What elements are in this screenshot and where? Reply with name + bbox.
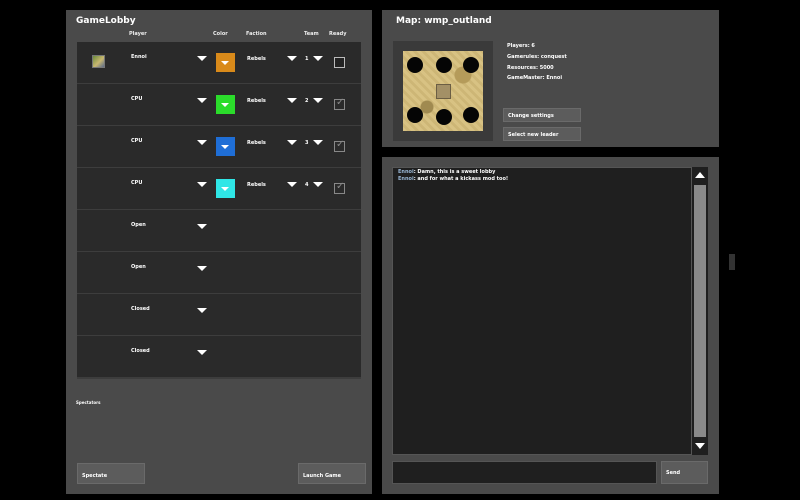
player-slot: Open: [77, 252, 361, 293]
team-dropdown-arrow-icon[interactable]: [313, 140, 323, 145]
player-slot: CPU Rebels 2: [77, 84, 361, 125]
player-dropdown-arrow-icon[interactable]: [197, 308, 207, 313]
chat-message: Ennoi: Damn, this is a sweet lobby: [398, 169, 495, 175]
player-dropdown-arrow-icon[interactable]: [197, 182, 207, 187]
chat-user: Ennoi: [398, 176, 414, 182]
player-dropdown-arrow-icon[interactable]: [197, 266, 207, 271]
start-position-marker: [407, 57, 423, 73]
start-position-marker: [463, 107, 479, 123]
player-name: CPU: [131, 180, 143, 186]
player-name: CPU: [131, 138, 143, 144]
chevron-down-icon: [221, 61, 229, 65]
player-name: Closed: [131, 306, 150, 312]
team-value: 4: [305, 182, 309, 188]
player-avatar: [92, 55, 105, 68]
chat-log: Ennoi: Damn, this is a sweet lobby Ennoi…: [392, 167, 692, 455]
ready-checkbox[interactable]: [334, 139, 345, 152]
player-dropdown-arrow-icon[interactable]: [197, 140, 207, 145]
scroll-down-icon[interactable]: [695, 443, 705, 449]
team-value: 1: [305, 56, 309, 62]
chat-panel: Ennoi: Damn, this is a sweet lobby Ennoi…: [382, 157, 719, 494]
map-preview-frame: [393, 41, 493, 141]
player-name: Open: [131, 264, 146, 270]
scroll-up-icon[interactable]: [695, 172, 705, 178]
start-position-marker: [436, 109, 452, 125]
ready-checkbox[interactable]: [334, 97, 345, 110]
header-ready: Ready: [329, 31, 347, 37]
ready-checkbox[interactable]: [334, 181, 345, 194]
map-players: Players: 6: [507, 43, 535, 49]
chevron-down-icon: [221, 187, 229, 191]
side-handle[interactable]: [729, 254, 735, 270]
select-new-leader-button[interactable]: Select new leader: [503, 127, 581, 141]
spectate-button[interactable]: Spectate: [77, 463, 145, 484]
faction-dropdown-arrow-icon[interactable]: [287, 182, 297, 187]
scroll-thumb[interactable]: [694, 185, 706, 437]
faction-dropdown-arrow-icon[interactable]: [287, 98, 297, 103]
player-dropdown-arrow-icon[interactable]: [197, 224, 207, 229]
lobby-title: GameLobby: [76, 16, 136, 26]
map-title: Map: wmp_outland: [396, 16, 492, 26]
start-position-marker: [407, 107, 423, 123]
chat-message: Ennoi: and for what a kickass mod too!: [398, 176, 508, 182]
chat-scrollbar[interactable]: [692, 167, 708, 455]
player-slot: CPU Rebels 3: [77, 126, 361, 167]
player-slot: Closed: [77, 336, 361, 377]
chevron-down-icon: [221, 145, 229, 149]
chevron-down-icon: [221, 103, 229, 107]
color-picker[interactable]: [216, 179, 235, 198]
player-slot: Open: [77, 210, 361, 251]
team-dropdown-arrow-icon[interactable]: [313, 182, 323, 187]
team-value: 2: [305, 98, 309, 104]
player-name: Open: [131, 222, 146, 228]
faction-value: Rebels: [247, 98, 266, 104]
chat-text: : and for what a kickass mod too!: [413, 176, 509, 182]
header-faction: Faction: [246, 31, 267, 37]
start-position-marker: [436, 57, 452, 73]
faction-dropdown-arrow-icon[interactable]: [287, 56, 297, 61]
player-slot: Closed: [77, 294, 361, 335]
team-dropdown-arrow-icon[interactable]: [313, 98, 323, 103]
player-slot: CPU Rebels 4: [77, 168, 361, 209]
map-preview: [403, 51, 483, 131]
player-dropdown-arrow-icon[interactable]: [197, 98, 207, 103]
header-team: Team: [304, 31, 319, 37]
faction-value: Rebels: [247, 182, 266, 188]
header-player: Player: [129, 31, 147, 37]
player-dropdown-arrow-icon[interactable]: [197, 56, 207, 61]
chat-user: Ennoi: [398, 169, 414, 175]
player-name: Ennoi: [131, 54, 147, 60]
map-center-structure: [436, 84, 451, 99]
start-position-marker: [463, 57, 479, 73]
player-name: Closed: [131, 348, 150, 354]
spectators-label: Spectators: [76, 400, 101, 405]
chat-text: : Damn, this is a sweet lobby: [413, 169, 496, 175]
header-color: Color: [213, 31, 228, 37]
team-dropdown-arrow-icon[interactable]: [313, 56, 323, 61]
game-lobby-panel: GameLobby Player Color Faction Team Read…: [66, 10, 372, 494]
change-settings-button[interactable]: Change settings: [503, 108, 581, 122]
chat-input[interactable]: [392, 461, 657, 484]
player-slot: Ennoi Rebels 1: [77, 42, 361, 83]
faction-dropdown-arrow-icon[interactable]: [287, 140, 297, 145]
color-picker[interactable]: [216, 137, 235, 156]
faction-value: Rebels: [247, 140, 266, 146]
map-gamemaster: GameMaster: Ennoi: [507, 75, 563, 81]
color-picker[interactable]: [216, 95, 235, 114]
color-picker[interactable]: [216, 53, 235, 72]
team-value: 3: [305, 140, 309, 146]
player-slots: Ennoi Rebels 1 CPU Rebels 2 CPU Rebels: [77, 42, 361, 379]
map-gamerules: Gamerules: conquest: [507, 54, 567, 60]
map-resources: Resources: 5000: [507, 65, 554, 71]
send-button[interactable]: Send: [661, 461, 708, 484]
ready-checkbox[interactable]: [334, 57, 345, 68]
player-name: CPU: [131, 96, 143, 102]
map-panel: Map: wmp_outland Players: 6 Gamerules: c…: [382, 10, 719, 147]
player-dropdown-arrow-icon[interactable]: [197, 350, 207, 355]
launch-game-button[interactable]: Launch Game: [298, 463, 366, 484]
faction-value: Rebels: [247, 56, 266, 62]
